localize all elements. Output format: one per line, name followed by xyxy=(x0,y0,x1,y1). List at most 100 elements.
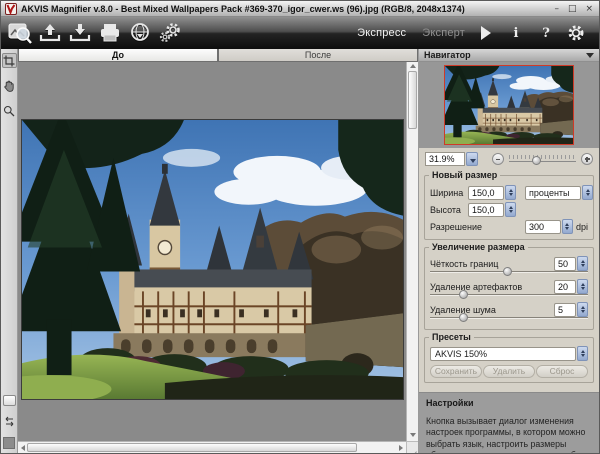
app-window: AKVIS Magnifier v.8.0 - Best Mixed Wallp… xyxy=(0,0,600,454)
preset-dropdown[interactable]: AKVIS 150% xyxy=(430,346,588,361)
crop-tool-button[interactable] xyxy=(2,53,17,68)
mode-express[interactable]: Экспресс xyxy=(357,27,406,39)
publish-web-button[interactable] xyxy=(127,21,153,45)
help-icon: ? xyxy=(542,26,550,41)
group-new-size: Новый размер Ширина 150,0 Высота 150,0 xyxy=(424,175,594,240)
zoom-slider[interactable] xyxy=(509,154,576,164)
window-title: AKVIS Magnifier v.8.0 - Best Mixed Wallp… xyxy=(21,4,465,14)
printer-icon xyxy=(99,23,121,43)
preferences-button[interactable] xyxy=(563,21,589,45)
group-enlargement: Увеличение размера Чёткость границ 50 xyxy=(424,247,594,330)
group-presets: Пресеты AKVIS 150% Сохранить Удалить Сбр… xyxy=(424,337,594,383)
preset-delete-button[interactable]: Удалить xyxy=(483,365,535,378)
preset-value[interactable]: AKVIS 150% xyxy=(430,347,576,361)
batch-processing-button[interactable] xyxy=(157,21,183,45)
about-button[interactable]: i xyxy=(503,21,529,45)
print-button[interactable] xyxy=(97,21,123,45)
close-button[interactable]: × xyxy=(585,3,593,15)
view-tabs: До После xyxy=(18,49,418,62)
main-toolbar: Экспресс Эксперт i ? xyxy=(1,17,599,49)
maximize-button[interactable]: □ xyxy=(568,3,577,15)
swap-arrows-icon xyxy=(3,416,16,427)
tab-after[interactable]: После xyxy=(218,49,418,62)
zoom-controls: 31.9% xyxy=(419,148,599,169)
units-value[interactable]: проценты xyxy=(525,186,581,200)
sharpness-slider[interactable] xyxy=(430,267,588,276)
navigator-header[interactable]: Навигатор xyxy=(419,49,599,62)
parameters: Новый размер Ширина 150,0 Высота 150,0 xyxy=(419,169,599,392)
height-stepper[interactable] xyxy=(505,202,516,217)
mode-expert[interactable]: Эксперт xyxy=(422,27,465,39)
settings-panel: Навигатор 31.9% xyxy=(418,49,599,453)
info-icon: i xyxy=(514,26,519,41)
artifacts-slider-thumb[interactable] xyxy=(459,290,468,299)
width-field[interactable]: 150,0 xyxy=(468,186,504,200)
hand-tool-button[interactable] xyxy=(2,78,17,93)
zoom-slider-ticks xyxy=(509,155,576,159)
slider-row-sharpness: Чёткость границ 50 xyxy=(430,256,588,279)
height-field[interactable]: 150,0 xyxy=(468,203,504,217)
tool-strip xyxy=(1,49,18,453)
hints-title: Настройки xyxy=(426,398,592,408)
horizontal-scrollbar[interactable] xyxy=(18,441,406,453)
slider-row-noise: Удаление шума 5 xyxy=(430,302,588,325)
scroll-left-arrow[interactable] xyxy=(21,445,25,451)
noise-slider-thumb[interactable] xyxy=(459,313,468,322)
width-label: Ширина xyxy=(430,188,463,198)
open-icon xyxy=(39,23,61,43)
open-image-button[interactable] xyxy=(37,21,63,45)
group-presets-title: Пресеты xyxy=(429,332,474,342)
magnifier-icon xyxy=(3,105,15,117)
preset-save-button[interactable]: Сохранить xyxy=(430,365,482,378)
akvis-logo-icon xyxy=(5,3,17,15)
save-image-button[interactable] xyxy=(67,21,93,45)
zoom-in-button[interactable] xyxy=(581,153,593,165)
scroll-right-arrow[interactable] xyxy=(399,445,403,451)
resolution-stepper[interactable] xyxy=(562,219,573,234)
navigator-title: Навигатор xyxy=(424,50,471,60)
zoom-slider-thumb[interactable] xyxy=(532,156,541,165)
background-mode-button[interactable] xyxy=(3,395,16,406)
group-new-size-title: Новый размер xyxy=(429,170,500,180)
resolution-unit: dpi xyxy=(576,222,588,232)
collapse-chevron-icon[interactable] xyxy=(586,53,594,58)
help-button[interactable]: ? xyxy=(533,21,559,45)
zoom-tool-button[interactable] xyxy=(2,103,17,118)
photo-castle[interactable] xyxy=(21,119,404,400)
canvas[interactable] xyxy=(18,62,418,453)
preset-reset-button[interactable]: Сброс xyxy=(536,365,588,378)
resolution-field[interactable]: 300 xyxy=(525,220,561,234)
swap-view-button[interactable] xyxy=(2,414,17,429)
navigator-thumbnail[interactable] xyxy=(444,65,574,145)
run-button[interactable] xyxy=(473,21,499,45)
vertical-scroll-thumb[interactable] xyxy=(408,71,417,129)
gears-icon xyxy=(158,22,182,44)
group-enlargement-title: Увеличение размера xyxy=(429,242,528,252)
scroll-down-arrow[interactable] xyxy=(410,433,416,437)
units-dropdown-button[interactable] xyxy=(582,185,593,200)
noise-slider[interactable] xyxy=(430,313,588,322)
tab-before[interactable]: До xyxy=(18,49,218,62)
artifacts-slider[interactable] xyxy=(430,290,588,299)
save-icon xyxy=(69,23,91,43)
zoom-input[interactable]: 31.9% xyxy=(425,152,465,166)
resolution-label: Разрешение xyxy=(430,222,482,232)
magnifier-photo-icon xyxy=(8,22,32,44)
zoom-dropdown-button[interactable] xyxy=(466,152,478,166)
preset-dropdown-button[interactable] xyxy=(577,346,588,361)
horizontal-scroll-thumb[interactable] xyxy=(27,443,357,452)
canvas-color-swatch[interactable] xyxy=(3,437,15,449)
resize-grip[interactable] xyxy=(406,441,418,453)
crop-icon xyxy=(3,55,15,67)
play-icon xyxy=(481,26,491,40)
scroll-up-arrow[interactable] xyxy=(410,64,416,68)
image-area: До После xyxy=(18,49,418,453)
width-stepper[interactable] xyxy=(505,185,516,200)
app-logo-button[interactable] xyxy=(7,21,33,45)
zoom-out-button[interactable] xyxy=(492,153,504,165)
minimize-button[interactable]: – xyxy=(554,3,559,15)
hints-text: Кнопка вызывает диалог изменения настрое… xyxy=(426,416,592,453)
vertical-scrollbar[interactable] xyxy=(406,62,418,441)
sharpness-slider-thumb[interactable] xyxy=(503,267,512,276)
units-dropdown[interactable]: проценты xyxy=(525,185,593,200)
